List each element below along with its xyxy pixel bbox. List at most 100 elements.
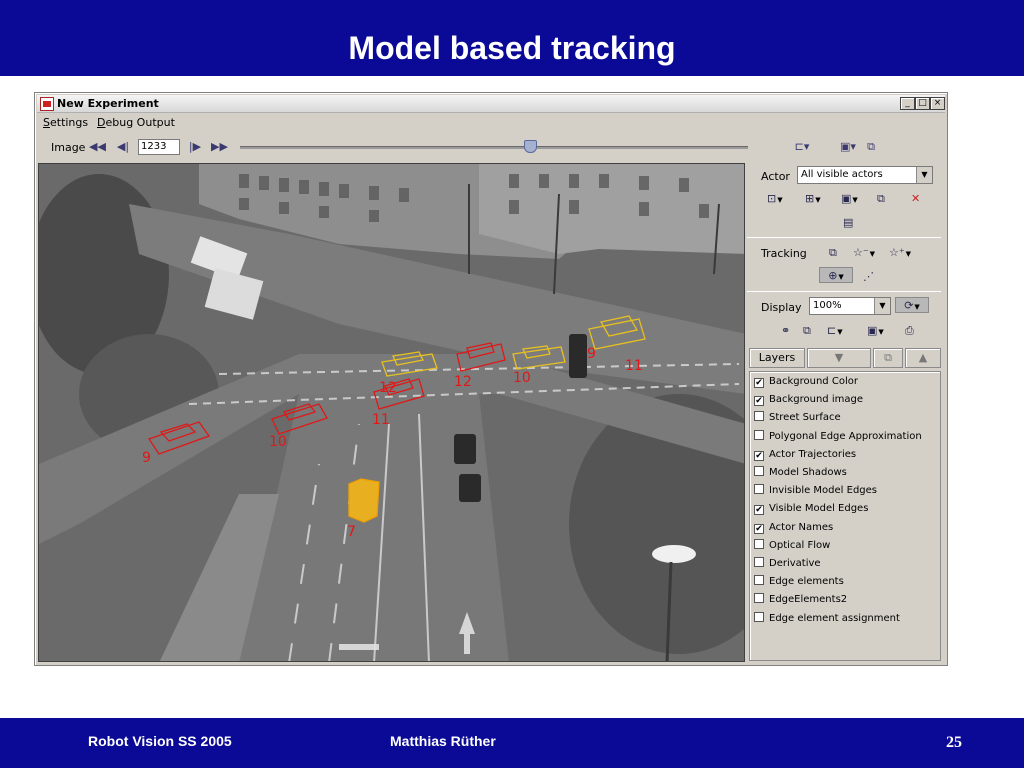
image-label: Image [51,141,86,154]
actor-label-11[interactable]: 11 [625,358,643,374]
minimize-button[interactable]: _ [900,97,915,110]
layers-title[interactable]: Layers [749,348,805,368]
course-name: Robot Vision SS 2005 [88,733,232,749]
layer-properties-icon[interactable]: ⧉ [873,348,903,368]
layer-checkbox[interactable] [754,611,764,622]
refresh-display-icon[interactable]: ⟳▼ [895,297,929,313]
window-title: New Experiment [57,97,159,110]
traffic-scene: 9 10 12 11 12 10 9 11 7 [39,164,744,661]
actor-properties-icon[interactable]: ⧉ [877,191,901,207]
layer-checkbox[interactable] [754,538,764,549]
zoom-select[interactable]: 100% ▼ [809,297,891,315]
layer-item[interactable]: EdgeElements2 [754,593,847,609]
layer-item[interactable]: Polygonal Edge Approximation [754,429,922,446]
frame-slider[interactable] [240,146,748,149]
layer-checkbox[interactable] [754,557,764,567]
close-button[interactable]: × [930,97,945,110]
layer-item[interactable]: Edge elements [754,575,844,591]
layer-up-icon[interactable]: ▲ [905,348,941,368]
layer-checkbox[interactable]: ✔ [754,378,764,388]
layer-checkbox[interactable] [754,593,764,604]
layer-checkbox[interactable] [754,466,764,476]
control-panel: Actor All visible actors ▼ ⊡▼ ⊞▼ ▣▼ ⧉ ✕ … [747,163,945,663]
actor-label-9[interactable]: 9 [142,450,151,466]
actor-label-10[interactable]: 10 [513,370,531,386]
export-icon[interactable]: ▣▼ [867,323,897,339]
layer-item[interactable]: ✔ Actor Trajectories [754,448,856,464]
layer-item[interactable]: ✔ Actor Names [754,521,833,537]
layer-label: Polygonal Edge Approximation [769,430,922,442]
layer-item[interactable]: Edge element assignment [754,611,900,628]
save-actor-icon[interactable]: ▣▼ [841,191,865,207]
layer-checkbox[interactable]: ✔ [754,450,764,461]
select-actor-icon[interactable]: ⊡▼ [767,191,791,207]
actor-label-12[interactable]: 12 [379,380,397,396]
layer-label: Invisible Model Edges [769,485,878,497]
app-window: New Experiment _ □ × Settings Debug Outp… [34,92,948,666]
layer-checkbox[interactable] [754,411,764,422]
menu-bar: Settings Debug Output [37,114,945,132]
layer-checkbox[interactable] [754,575,764,586]
step-forward-icon[interactable]: |▶ [187,140,203,154]
actor-label-9[interactable]: 9 [587,346,596,362]
layer-item[interactable]: ✔ Visible Model Edges [754,502,868,518]
layer-item[interactable]: Optical Flow [754,538,831,555]
track-plus-icon[interactable]: ☆⁺▼ [889,245,919,261]
binoculars-icon[interactable]: ⚭ [781,323,805,339]
layer-item[interactable]: Invisible Model Edges [754,484,877,500]
properties-icon[interactable]: ⧉ [863,140,879,154]
actor-select-value: All visible actors [801,169,883,180]
separator [747,291,941,292]
tracking-mode-icon[interactable]: ⊕▼ [819,267,853,283]
maximize-button[interactable]: □ [915,97,930,110]
actor-label-12[interactable]: 12 [454,374,472,390]
delete-actor-icon[interactable]: ✕ [911,191,935,207]
fast-forward-icon[interactable]: ▶▶ [211,140,228,154]
layer-down-icon[interactable]: ▼ [807,348,871,368]
layer-checkbox[interactable]: ✔ [754,523,764,534]
camera-icon[interactable]: ⊏▾ [789,140,815,154]
app-logo-icon [40,97,54,111]
layer-label: Actor Trajectories [769,448,857,460]
new-actor-icon[interactable]: ⊞▼ [805,191,829,207]
actor-label-11[interactable]: 11 [372,412,390,428]
layer-label: Street Surface [769,412,841,424]
actor-label: Actor [761,170,790,183]
actor-label-10[interactable]: 10 [269,434,287,450]
layer-checkbox[interactable]: ✔ [754,505,764,516]
actor-label-7[interactable]: 7 [347,524,356,540]
save-icon[interactable]: ▣▾ [837,140,859,154]
track-minus-icon[interactable]: ☆⁻▼ [853,245,883,261]
image-toolbar: Image ◀◀ ◀| 1233 |▶ ▶▶ ⊏▾ ▣▾ ⧉ [37,133,945,161]
page-number: 25 [946,734,962,751]
layer-item[interactable]: Street Surface [754,411,841,427]
frame-slider-thumb[interactable] [523,140,537,153]
camera-view[interactable]: 9 10 12 11 12 10 9 11 7 [38,163,745,662]
layer-label: Edge elements [769,576,844,588]
layer-checkbox[interactable] [754,484,764,495]
layer-item[interactable]: Derivative [754,557,821,573]
table-icon[interactable]: ▤ [843,215,867,231]
layer-item[interactable]: ✔ Background Color [754,375,858,391]
layers-header: Layers ▼ ⧉ ▲ [749,348,941,368]
rewind-icon[interactable]: ◀◀ [89,140,106,154]
layer-item[interactable]: Model Shadows [754,466,847,482]
layer-item[interactable]: ✔ Background image [754,393,863,409]
layer-label: Model Shadows [769,467,847,478]
snapshot-icon[interactable]: ⊏▼ [827,323,857,339]
display-properties-icon[interactable]: ⧉ [803,323,827,339]
print-icon[interactable]: ⎙ [905,323,929,339]
tracking-label: Tracking [761,247,807,260]
tracking-step-icon[interactable]: ⋰ [863,269,887,285]
layers-list: ✔ Background Color ✔ Background image Street… [749,371,941,661]
layer-checkbox[interactable] [754,429,764,440]
layer-label: Optical Flow [769,539,831,551]
menu-settings[interactable]: Settings [43,116,88,129]
step-back-icon[interactable]: ◀| [115,140,131,154]
frame-number-input[interactable]: 1233 [138,139,180,155]
tracking-properties-icon[interactable]: ⧉ [829,245,853,261]
actor-select[interactable]: All visible actors ▼ [797,166,933,184]
zoom-value: 100% [813,300,842,311]
layer-checkbox[interactable]: ✔ [754,396,764,407]
menu-debug-output[interactable]: Debug Output [97,116,175,129]
